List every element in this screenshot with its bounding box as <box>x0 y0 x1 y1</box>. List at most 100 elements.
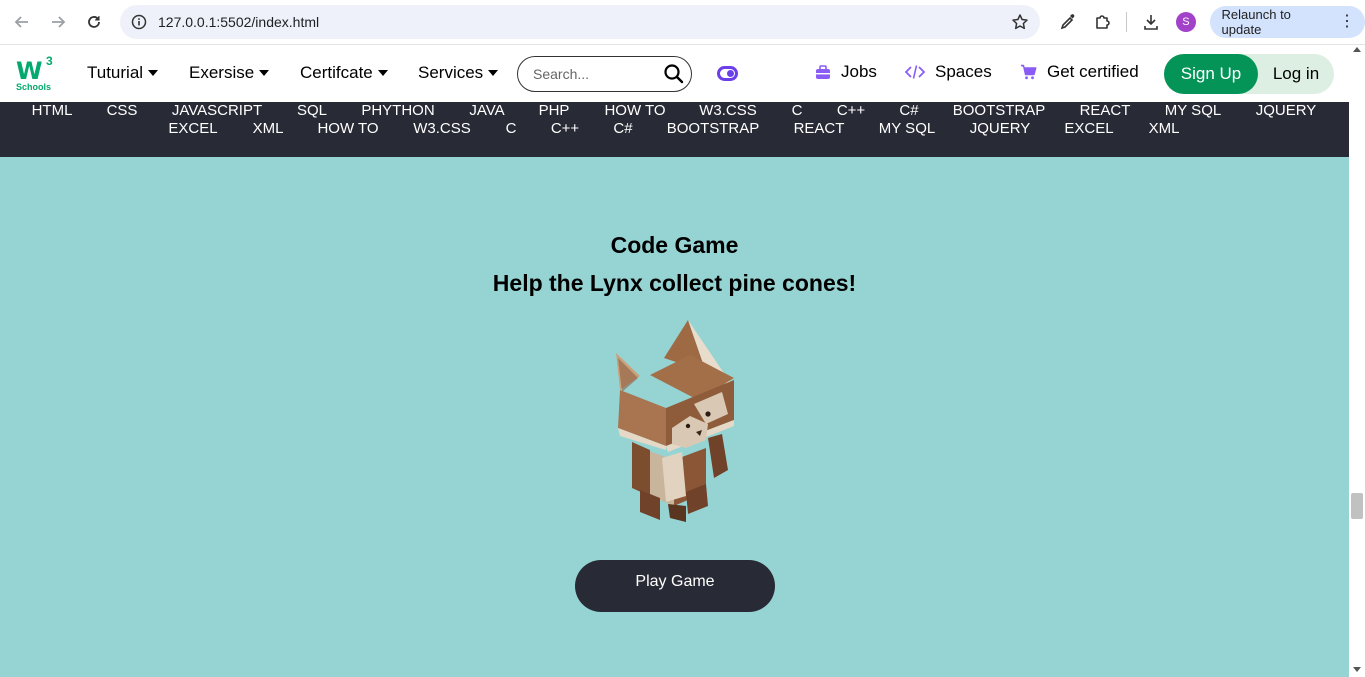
topic-link[interactable]: SQL <box>297 102 327 120</box>
topic-link[interactable]: EXCEL <box>1064 120 1113 138</box>
extensions-button[interactable] <box>1085 5 1120 39</box>
caret-down-icon <box>488 70 499 76</box>
section-title: Code Game <box>610 232 739 258</box>
topic-link[interactable]: XML <box>1149 120 1180 138</box>
search-box <box>517 56 692 92</box>
menu-exercise[interactable]: Exersise <box>189 63 270 83</box>
reload-button[interactable] <box>76 4 112 40</box>
caret-down-icon <box>377 70 388 76</box>
download-icon <box>1144 15 1158 30</box>
topic-link[interactable]: MY SQL <box>1165 102 1221 120</box>
url-text[interactable]: 127.0.0.1:5502/index.html <box>158 14 1000 30</box>
topic-link[interactable]: CSS <box>107 102 138 120</box>
bookmark-button[interactable] <box>1000 13 1040 31</box>
browser-toolbar: 127.0.0.1:5502/index.html S Relaunch to … <box>0 0 1365 45</box>
topic-link[interactable]: HTML <box>32 102 73 120</box>
topic-link[interactable]: C <box>792 102 803 120</box>
topic-link[interactable]: PHP <box>539 102 570 120</box>
toolbar-divider <box>1126 12 1128 32</box>
topic-link[interactable]: C++ <box>837 102 865 120</box>
downloads-button[interactable] <box>1133 5 1168 39</box>
topic-link[interactable]: REACT <box>794 120 845 138</box>
forward-button[interactable] <box>40 4 76 40</box>
topic-link[interactable]: C# <box>899 102 918 120</box>
cart-icon <box>1020 64 1037 80</box>
topic-row-1: HTML CSS JAVASCRIPT SQL PHYTHON JAVA PHP… <box>0 102 1349 120</box>
site-header: W 3 Schools Tuturial Exersise Certifcate… <box>0 45 1349 102</box>
topic-nav: HTML CSS JAVASCRIPT SQL PHYTHON JAVA PHP… <box>0 102 1349 157</box>
logo-letter: W <box>16 57 43 85</box>
topic-link[interactable]: HOW TO <box>604 102 665 120</box>
code-icon <box>905 64 925 80</box>
topic-link[interactable]: BOOTSTRAP <box>953 102 1046 120</box>
menu-certificate-label: Certifcate <box>300 63 373 82</box>
address-bar[interactable]: 127.0.0.1:5502/index.html <box>120 5 1040 39</box>
bookmark-star-icon <box>1012 14 1028 30</box>
scroll-down-arrow-icon[interactable] <box>1353 667 1361 672</box>
topic-link[interactable]: JAVASCRIPT <box>172 102 262 120</box>
topic-link[interactable]: MY SQL <box>879 120 935 138</box>
lynx-mascot-image <box>616 320 734 522</box>
menu-certificate[interactable]: Certifcate <box>300 63 388 83</box>
topic-link[interactable]: JQUERY <box>1256 102 1317 120</box>
w3schools-logo[interactable]: W 3 Schools <box>14 54 58 95</box>
topic-row-2: EXCEL XML HOW TO W3.CSS C C++ C# BOOTSTR… <box>0 120 1349 138</box>
log-in-button[interactable]: Log in <box>1258 54 1334 94</box>
get-certified-link[interactable]: Get certified <box>1020 62 1139 82</box>
topic-link[interactable]: REACT <box>1080 102 1131 120</box>
menu-tutorial-label: Tuturial <box>87 63 144 82</box>
briefcase-icon <box>815 64 831 80</box>
spaces-label: Spaces <box>935 62 992 81</box>
reload-icon <box>88 16 100 28</box>
jobs-link[interactable]: Jobs <box>815 62 877 82</box>
topic-link[interactable]: BOOTSTRAP <box>667 120 760 138</box>
sign-up-button[interactable]: Sign Up <box>1164 54 1258 94</box>
site-info-button[interactable] <box>122 14 156 30</box>
topic-link[interactable]: HOW TO <box>317 120 378 138</box>
forward-icon <box>52 16 66 28</box>
menu-services[interactable]: Services <box>418 63 499 83</box>
back-button[interactable] <box>4 4 40 40</box>
topic-link[interactable]: XML <box>253 120 284 138</box>
menu-services-label: Services <box>418 63 484 82</box>
scrollbar-thumb[interactable] <box>1351 493 1363 519</box>
menu-exercise-label: Exersise <box>189 63 255 82</box>
search-button[interactable] <box>663 63 685 90</box>
scroll-up-arrow-icon[interactable] <box>1353 47 1361 52</box>
profile-button[interactable]: S <box>1168 5 1203 39</box>
back-icon <box>14 16 28 28</box>
spaces-link[interactable]: Spaces <box>905 62 992 82</box>
menu-tutorial[interactable]: Tuturial <box>87 63 159 83</box>
topic-link[interactable]: W3.CSS <box>413 120 471 138</box>
theme-toggle[interactable] <box>717 66 738 81</box>
caret-down-icon <box>259 70 270 76</box>
topic-link[interactable]: C <box>506 120 517 138</box>
topic-link[interactable]: W3.CSS <box>699 102 757 120</box>
topic-link[interactable]: JQUERY <box>970 120 1031 138</box>
caret-down-icon <box>148 70 159 76</box>
topic-link[interactable]: PHYTHON <box>361 102 434 120</box>
play-game-button[interactable]: Play Game <box>575 560 775 612</box>
site-info-icon <box>131 14 147 30</box>
code-game-section: Code Game Help the Lynx collect pine con… <box>0 157 1349 677</box>
topic-link[interactable]: EXCEL <box>168 120 217 138</box>
relaunch-label: Relaunch to update <box>1221 7 1291 37</box>
eyedropper-icon <box>1060 14 1074 30</box>
topic-link[interactable]: C# <box>613 120 632 138</box>
eyedropper-button[interactable] <box>1050 5 1085 39</box>
section-subtitle: Help the Lynx collect pine cones! <box>492 270 857 296</box>
topic-link[interactable]: C++ <box>551 120 579 138</box>
toggle-knob <box>727 70 734 77</box>
get-certified-label: Get certified <box>1047 62 1139 81</box>
relaunch-button[interactable]: Relaunch to update ⋮ <box>1209 6 1365 38</box>
extensions-icon <box>1095 15 1110 29</box>
menu-dots-icon[interactable]: ⋮ <box>1339 14 1355 30</box>
logo-text: Schools <box>16 82 52 92</box>
auth-buttons: Sign Up Log in <box>1164 54 1334 94</box>
avatar: S <box>1175 12 1196 32</box>
search-input[interactable] <box>533 66 658 82</box>
search-icon <box>664 64 684 84</box>
topic-link[interactable]: JAVA <box>469 102 504 120</box>
page-scrollbar[interactable] <box>1349 45 1365 677</box>
jobs-label: Jobs <box>841 62 877 81</box>
